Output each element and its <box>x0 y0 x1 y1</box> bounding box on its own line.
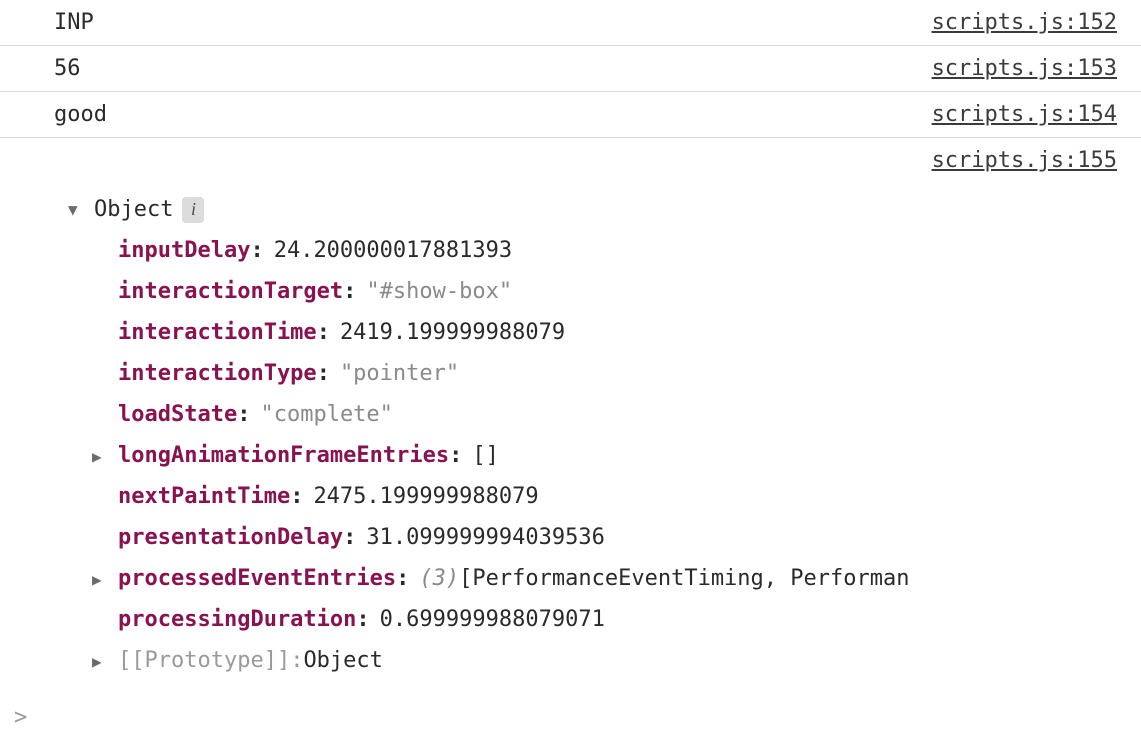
info-icon[interactable]: i <box>182 197 204 223</box>
property-key: presentationDelay <box>118 521 343 554</box>
property-key: interactionType <box>118 357 317 390</box>
object-label: Object <box>94 193 173 226</box>
property-value: 31.099999994039536 <box>366 521 604 554</box>
property-row-processedEventEntries[interactable]: ▶processedEventEntries:(3) [PerformanceE… <box>118 558 1117 599</box>
property-value: "pointer" <box>340 357 459 390</box>
property-row-interactionTarget[interactable]: interactionTarget: "#show-box" <box>118 271 1117 312</box>
source-link[interactable]: scripts.js:153 <box>932 52 1117 85</box>
property-key: loadState <box>118 398 237 431</box>
property-row-loadState[interactable]: loadState: "complete" <box>118 394 1117 435</box>
property-row-presentationDelay[interactable]: presentationDelay:31.099999994039536 <box>118 517 1117 558</box>
log-value: 56 <box>54 52 81 85</box>
property-row-prototype[interactable]: ▶[[Prototype]]: Object <box>118 640 1117 681</box>
object-properties: inputDelay:24.200000017881393 interactio… <box>54 226 1117 681</box>
console-log-row: 56 scripts.js:153 <box>0 45 1141 92</box>
property-value: "complete" <box>260 398 392 431</box>
log-value: INP <box>54 6 94 39</box>
property-row-nextPaintTime[interactable]: nextPaintTime:2475.199999988079 <box>118 476 1117 517</box>
property-value: 2419.199999988079 <box>340 316 565 349</box>
log-value: good <box>54 98 107 131</box>
property-key: interactionTarget <box>118 275 343 308</box>
property-key: processedEventEntries <box>118 562 396 595</box>
object-header[interactable]: Object i <box>54 193 1117 226</box>
colon: : <box>356 603 369 636</box>
source-link[interactable]: scripts.js:152 <box>932 6 1117 39</box>
object-source-row: scripts.js:155 <box>54 144 1117 193</box>
console-log-row: good scripts.js:154 <box>0 91 1141 138</box>
colon: : <box>343 521 356 554</box>
property-row-longAnimationFrameEntries[interactable]: ▶longAnimationFrameEntries:[] <box>118 435 1117 476</box>
console-prompt[interactable]: > <box>0 691 1141 744</box>
property-value: 0.699999988079071 <box>380 603 605 636</box>
property-key: interactionTime <box>118 316 317 349</box>
colon: : <box>290 644 303 677</box>
property-row-interactionTime[interactable]: interactionTime:2419.199999988079 <box>118 312 1117 353</box>
colon: : <box>237 398 250 431</box>
property-value: 24.200000017881393 <box>274 234 512 267</box>
property-key: nextPaintTime <box>118 480 290 513</box>
disclosure-triangle-icon[interactable]: ▶ <box>92 568 118 592</box>
property-key: [[Prototype]] <box>118 644 290 677</box>
property-value: [] <box>472 439 499 472</box>
property-value: Object <box>303 644 382 677</box>
colon: : <box>343 275 356 308</box>
source-link[interactable]: scripts.js:155 <box>932 144 1117 177</box>
property-row-processingDuration[interactable]: processingDuration:0.699999988079071 <box>118 599 1117 640</box>
colon: : <box>449 439 462 472</box>
disclosure-triangle-icon[interactable] <box>68 198 88 222</box>
colon: : <box>317 357 330 390</box>
property-value: 2475.199999988079 <box>313 480 538 513</box>
colon: : <box>317 316 330 349</box>
colon: : <box>396 562 409 595</box>
colon: : <box>250 234 263 267</box>
property-row-inputDelay[interactable]: inputDelay:24.200000017881393 <box>118 230 1117 271</box>
disclosure-triangle-icon[interactable]: ▶ <box>92 445 118 469</box>
console-log-row: INP scripts.js:152 <box>0 0 1141 46</box>
disclosure-triangle-icon[interactable]: ▶ <box>92 650 118 674</box>
property-value: "#show-box" <box>366 275 512 308</box>
source-link[interactable]: scripts.js:154 <box>932 98 1117 131</box>
colon: : <box>290 480 303 513</box>
property-row-interactionType[interactable]: interactionType: "pointer" <box>118 353 1117 394</box>
property-count: (3) <box>419 562 459 595</box>
property-value: [PerformanceEventTiming, Performan <box>459 562 909 595</box>
console-object-log: scripts.js:155 Object i inputDelay:24.20… <box>0 138 1141 691</box>
property-key: inputDelay <box>118 234 250 267</box>
property-key: longAnimationFrameEntries <box>118 439 449 472</box>
prompt-caret-icon: > <box>14 701 27 734</box>
property-key: processingDuration <box>118 603 356 636</box>
